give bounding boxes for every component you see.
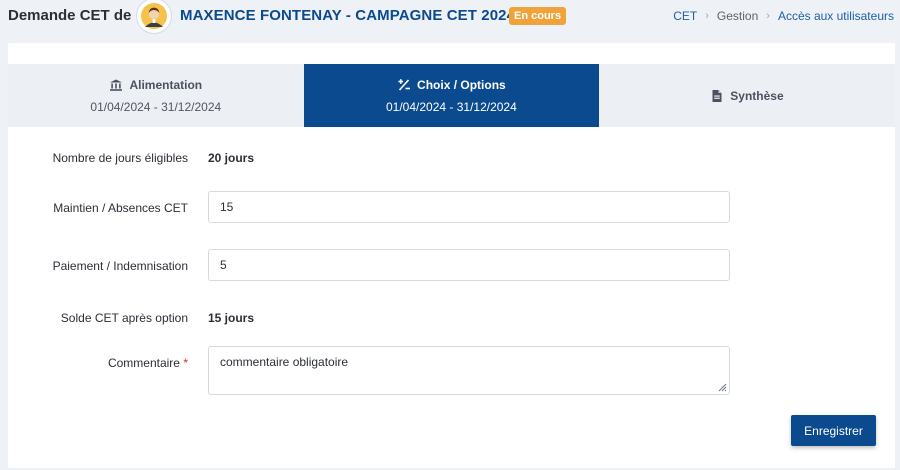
tab-dates: 01/04/2024 - 31/12/2024 xyxy=(386,99,517,114)
commentaire-label: Commentaire * xyxy=(8,356,188,370)
maintien-label: Maintien / Absences CET xyxy=(53,201,188,215)
percent-icon xyxy=(397,78,411,92)
required-marker: * xyxy=(183,356,188,370)
tab-label: Choix / Options xyxy=(417,77,506,92)
user-avatar-icon xyxy=(141,3,167,29)
breadcrumb-chevron-icon: › xyxy=(766,10,770,22)
paiement-input[interactable]: 5 xyxy=(208,249,730,281)
commentaire-textarea[interactable]: commentaire obligatoire xyxy=(208,346,730,395)
tab-choix-options[interactable]: Choix / Options 01/04/2024 - 31/12/2024 xyxy=(303,64,600,127)
breadcrumb-item-gestion[interactable]: Gestion xyxy=(717,9,758,23)
breadcrumb-chevron-icon: › xyxy=(705,10,709,22)
commentaire-value: commentaire obligatoire xyxy=(220,355,349,369)
eligible-days-label: Nombre de jours éligibles xyxy=(52,151,188,165)
tab-label: Synthèse xyxy=(730,88,784,103)
solde-label: Solde CET après option xyxy=(60,311,188,325)
breadcrumb-item-acces[interactable]: Accès aux utilisateurs xyxy=(778,9,894,23)
tab-synthese[interactable]: Synthèse xyxy=(599,64,895,127)
resize-handle-icon[interactable] xyxy=(717,382,727,392)
step-tabs: Alimentation 01/04/2024 - 31/12/2024 Cho… xyxy=(8,64,895,127)
document-icon xyxy=(710,89,724,103)
tab-dates: 01/04/2024 - 31/12/2024 xyxy=(90,99,222,114)
page-title-person: MAXENCE FONTENAY - CAMPAGNE CET 2024 xyxy=(180,7,516,24)
eligible-days-value: 20 jours xyxy=(208,151,255,165)
cet-request-panel: Alimentation 01/04/2024 - 31/12/2024 Cho… xyxy=(8,43,895,468)
page-header: Demande CET de MAXENCE FONTENAY - CAMPAG… xyxy=(0,0,900,34)
breadcrumb-item-cet[interactable]: CET xyxy=(673,9,697,23)
avatar[interactable] xyxy=(136,0,172,34)
commentaire-label-text: Commentaire xyxy=(107,356,180,370)
solde-value: 15 jours xyxy=(208,311,255,325)
tab-label: Alimentation xyxy=(129,77,203,92)
breadcrumb: CET › Gestion › Accès aux utilisateurs xyxy=(673,9,894,23)
tab-alimentation[interactable]: Alimentation 01/04/2024 - 31/12/2024 xyxy=(8,64,304,127)
bank-icon xyxy=(109,78,123,92)
maintien-input[interactable]: 15 xyxy=(208,191,730,223)
status-badge: En cours xyxy=(509,7,567,25)
page-title-prefix: Demande CET de xyxy=(8,7,132,24)
save-button[interactable]: Enregistrer xyxy=(791,415,876,446)
paiement-label: Paiement / Indemnisation xyxy=(52,259,188,273)
